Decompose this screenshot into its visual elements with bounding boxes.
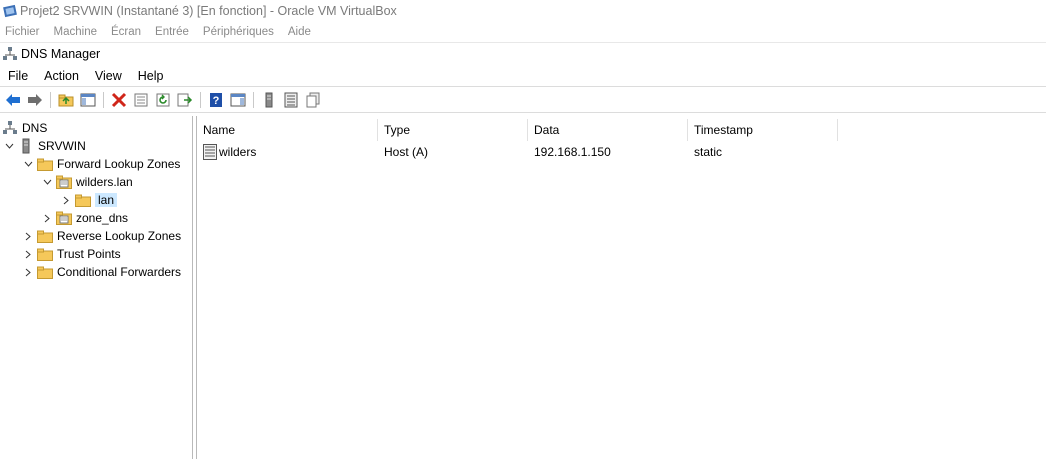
chevron-down-icon[interactable]	[23, 159, 33, 169]
column-header-name[interactable]: Name	[197, 119, 378, 141]
vbox-menu-fichier[interactable]: Fichier	[5, 26, 40, 38]
menu-help[interactable]: Help	[138, 69, 164, 83]
copy-records-icon[interactable]	[304, 91, 322, 109]
tree-label-dns: DNS	[22, 121, 48, 135]
toolbar-separator	[50, 92, 51, 108]
virtualbox-title-bar: Projet2 SRVWIN (Instantané 3) [En foncti…	[0, 0, 1046, 22]
export-list-icon[interactable]	[176, 91, 194, 109]
tree-label-lan: lan	[95, 193, 118, 207]
record-timestamp: static	[694, 145, 723, 159]
toolbar-separator	[253, 92, 254, 108]
dns-manager-title-bar: DNS Manager	[0, 43, 1046, 65]
chevron-down-icon[interactable]	[42, 177, 52, 187]
mmc-menu-bar: File Action View Help	[0, 66, 1046, 87]
chevron-right-icon[interactable]	[61, 195, 71, 205]
column-header-type[interactable]: Type	[378, 119, 528, 141]
folder-icon	[75, 192, 91, 208]
tree-node-zone-dns[interactable]: zone_dns	[42, 209, 128, 227]
tree-node-forward-lookup-zones[interactable]: Forward Lookup Zones	[23, 155, 180, 173]
tree-label-reverse-lookup-zones: Reverse Lookup Zones	[57, 229, 182, 243]
chevron-down-icon[interactable]	[4, 141, 14, 151]
folder-icon	[37, 156, 53, 172]
dns-manager-window-title: DNS Manager	[21, 47, 101, 61]
vbox-menu-machine[interactable]: Machine	[54, 26, 97, 38]
dns-manager-icon	[3, 46, 17, 62]
chevron-right-icon[interactable]	[42, 213, 52, 223]
refresh-icon[interactable]	[154, 91, 172, 109]
virtualbox-menu-bar: Fichier Machine Écran Entrée Périphériqu…	[0, 22, 1046, 43]
zone-icon	[56, 210, 72, 226]
column-header-timestamp[interactable]: Timestamp	[688, 119, 838, 141]
action-pane-icon[interactable]	[229, 91, 247, 109]
server-icon	[18, 138, 34, 154]
tree-label-wilders-lan: wilders.lan	[76, 175, 133, 189]
virtualbox-window-title: Projet2 SRVWIN (Instantané 3) [En foncti…	[20, 4, 397, 18]
chevron-right-icon[interactable]	[23, 231, 33, 241]
column-header-data[interactable]: Data	[528, 119, 688, 141]
tree-node-reverse-lookup-zones[interactable]: Reverse Lookup Zones	[23, 227, 181, 245]
record-list-view: Name Type Data Timestamp wilders Host (A…	[197, 116, 1046, 459]
virtualbox-app-icon	[3, 4, 17, 18]
server-icon[interactable]	[260, 91, 278, 109]
zone-icon	[56, 174, 72, 190]
list-header: Name Type Data Timestamp	[197, 119, 1046, 141]
vbox-menu-ecran[interactable]: Écran	[111, 26, 141, 38]
up-folder-icon[interactable]	[57, 91, 75, 109]
svg-text:?: ?	[213, 95, 220, 107]
record-icon	[203, 144, 217, 160]
table-row[interactable]: wilders Host (A) 192.168.1.150 static	[197, 142, 838, 162]
menu-action[interactable]: Action	[44, 69, 79, 83]
vbox-menu-peripheriques[interactable]: Périphériques	[203, 26, 274, 38]
toolbar-separator	[200, 92, 201, 108]
mmc-toolbar: ?	[0, 88, 1046, 113]
record-type: Host (A)	[384, 145, 429, 159]
tree-label-srvwin: SRVWIN	[38, 139, 86, 153]
properties-icon[interactable]	[132, 91, 150, 109]
tree-node-wilders-lan[interactable]: wilders.lan	[42, 173, 133, 191]
tree-node-srvwin[interactable]: SRVWIN	[4, 137, 86, 155]
show-hide-console-tree-icon[interactable]	[79, 91, 97, 109]
forward-arrow-icon[interactable]	[26, 91, 44, 109]
record-name: wilders	[219, 145, 257, 159]
folder-icon	[37, 228, 53, 244]
tree-node-conditional-forwarders[interactable]: Conditional Forwarders	[23, 263, 181, 281]
tree-label-conditional-forwarders: Conditional Forwarders	[57, 265, 182, 279]
dns-icon	[2, 120, 18, 136]
tree-label-forward-lookup-zones: Forward Lookup Zones	[57, 157, 181, 171]
console-tree: DNS SRVWIN Forward Lookup Zones wilders.…	[0, 116, 192, 459]
help-icon[interactable]: ?	[207, 91, 225, 109]
cell-name: wilders	[197, 144, 378, 160]
chevron-right-icon[interactable]	[23, 249, 33, 259]
delete-icon[interactable]	[110, 91, 128, 109]
menu-file[interactable]: File	[8, 69, 28, 83]
menu-view[interactable]: View	[95, 69, 122, 83]
record-data: 192.168.1.150	[534, 145, 611, 159]
tree-node-dns[interactable]: DNS	[2, 119, 47, 137]
folder-icon	[37, 246, 53, 262]
tree-label-trust-points: Trust Points	[57, 247, 121, 261]
tree-node-trust-points[interactable]: Trust Points	[23, 245, 121, 263]
back-arrow-icon[interactable]	[4, 91, 22, 109]
folder-icon	[37, 264, 53, 280]
vbox-menu-entree[interactable]: Entrée	[155, 26, 189, 38]
toolbar-separator	[103, 92, 104, 108]
tree-node-lan[interactable]: lan	[61, 191, 118, 209]
chevron-right-icon[interactable]	[23, 267, 33, 277]
record-list-icon[interactable]	[282, 91, 300, 109]
tree-label-zone-dns: zone_dns	[76, 211, 129, 225]
vbox-menu-aide[interactable]: Aide	[288, 26, 311, 38]
